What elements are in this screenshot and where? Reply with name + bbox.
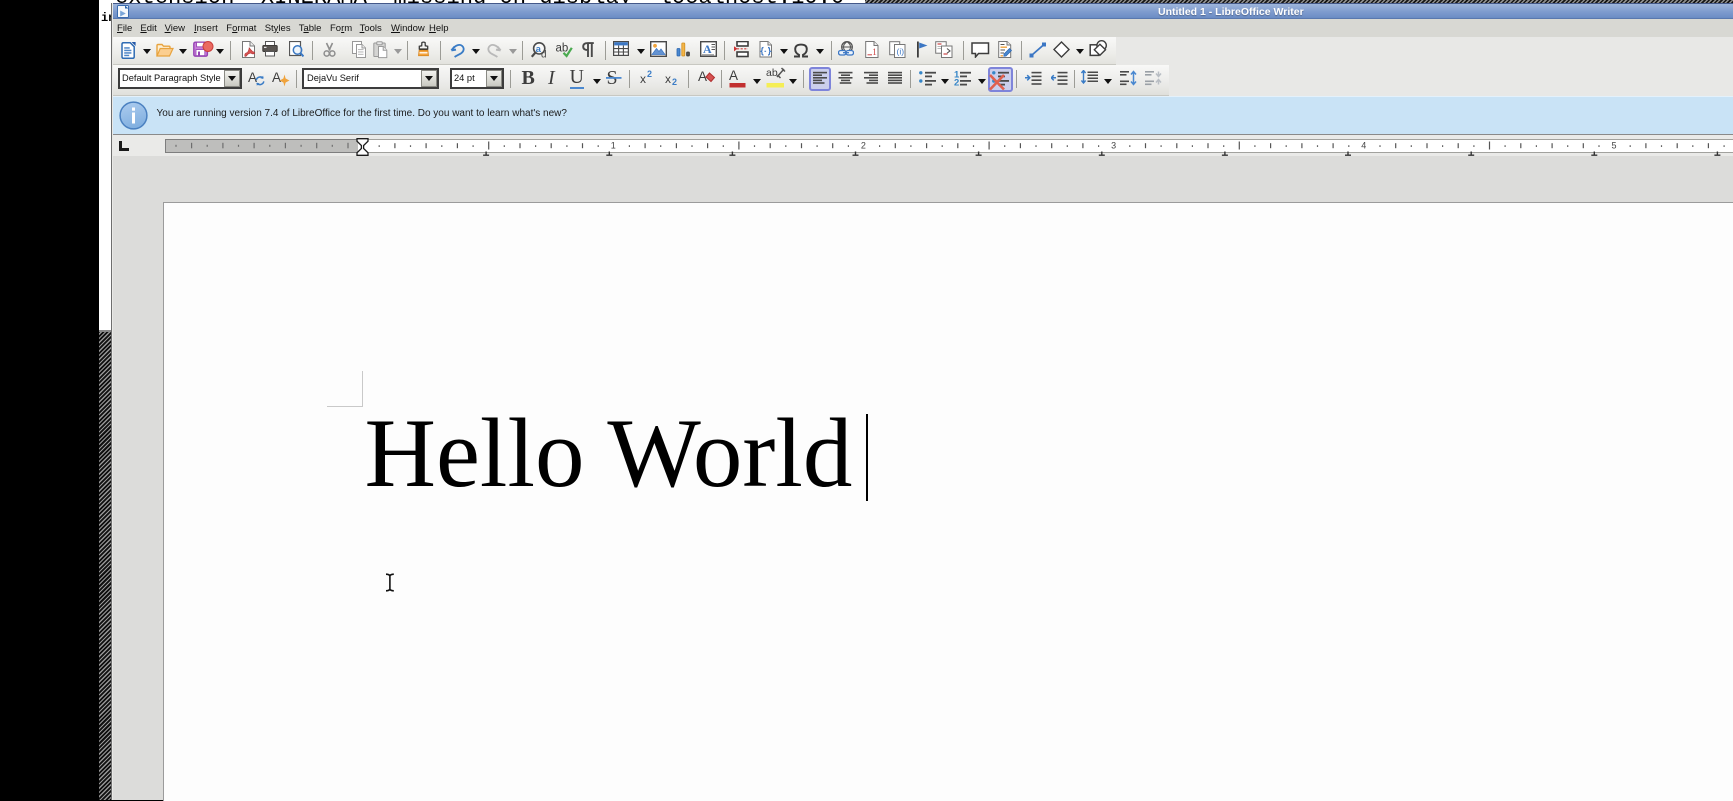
- svg-text:A: A: [272, 70, 281, 85]
- svg-text:ab: ab: [556, 43, 568, 55]
- svg-text:(i): (i): [897, 47, 905, 57]
- svg-text:1: 1: [611, 140, 616, 150]
- svg-text:A: A: [703, 42, 712, 56]
- svg-text:4: 4: [1361, 140, 1366, 150]
- svg-text:5: 5: [1611, 140, 1616, 150]
- svg-text:2: 2: [954, 78, 959, 87]
- svg-text:A: A: [248, 70, 257, 85]
- svg-text:A: A: [698, 69, 707, 84]
- svg-text:1: 1: [872, 47, 877, 57]
- svg-text:2: 2: [861, 140, 866, 150]
- svg-text:3: 3: [1111, 140, 1116, 150]
- svg-text:d: d: [541, 50, 547, 60]
